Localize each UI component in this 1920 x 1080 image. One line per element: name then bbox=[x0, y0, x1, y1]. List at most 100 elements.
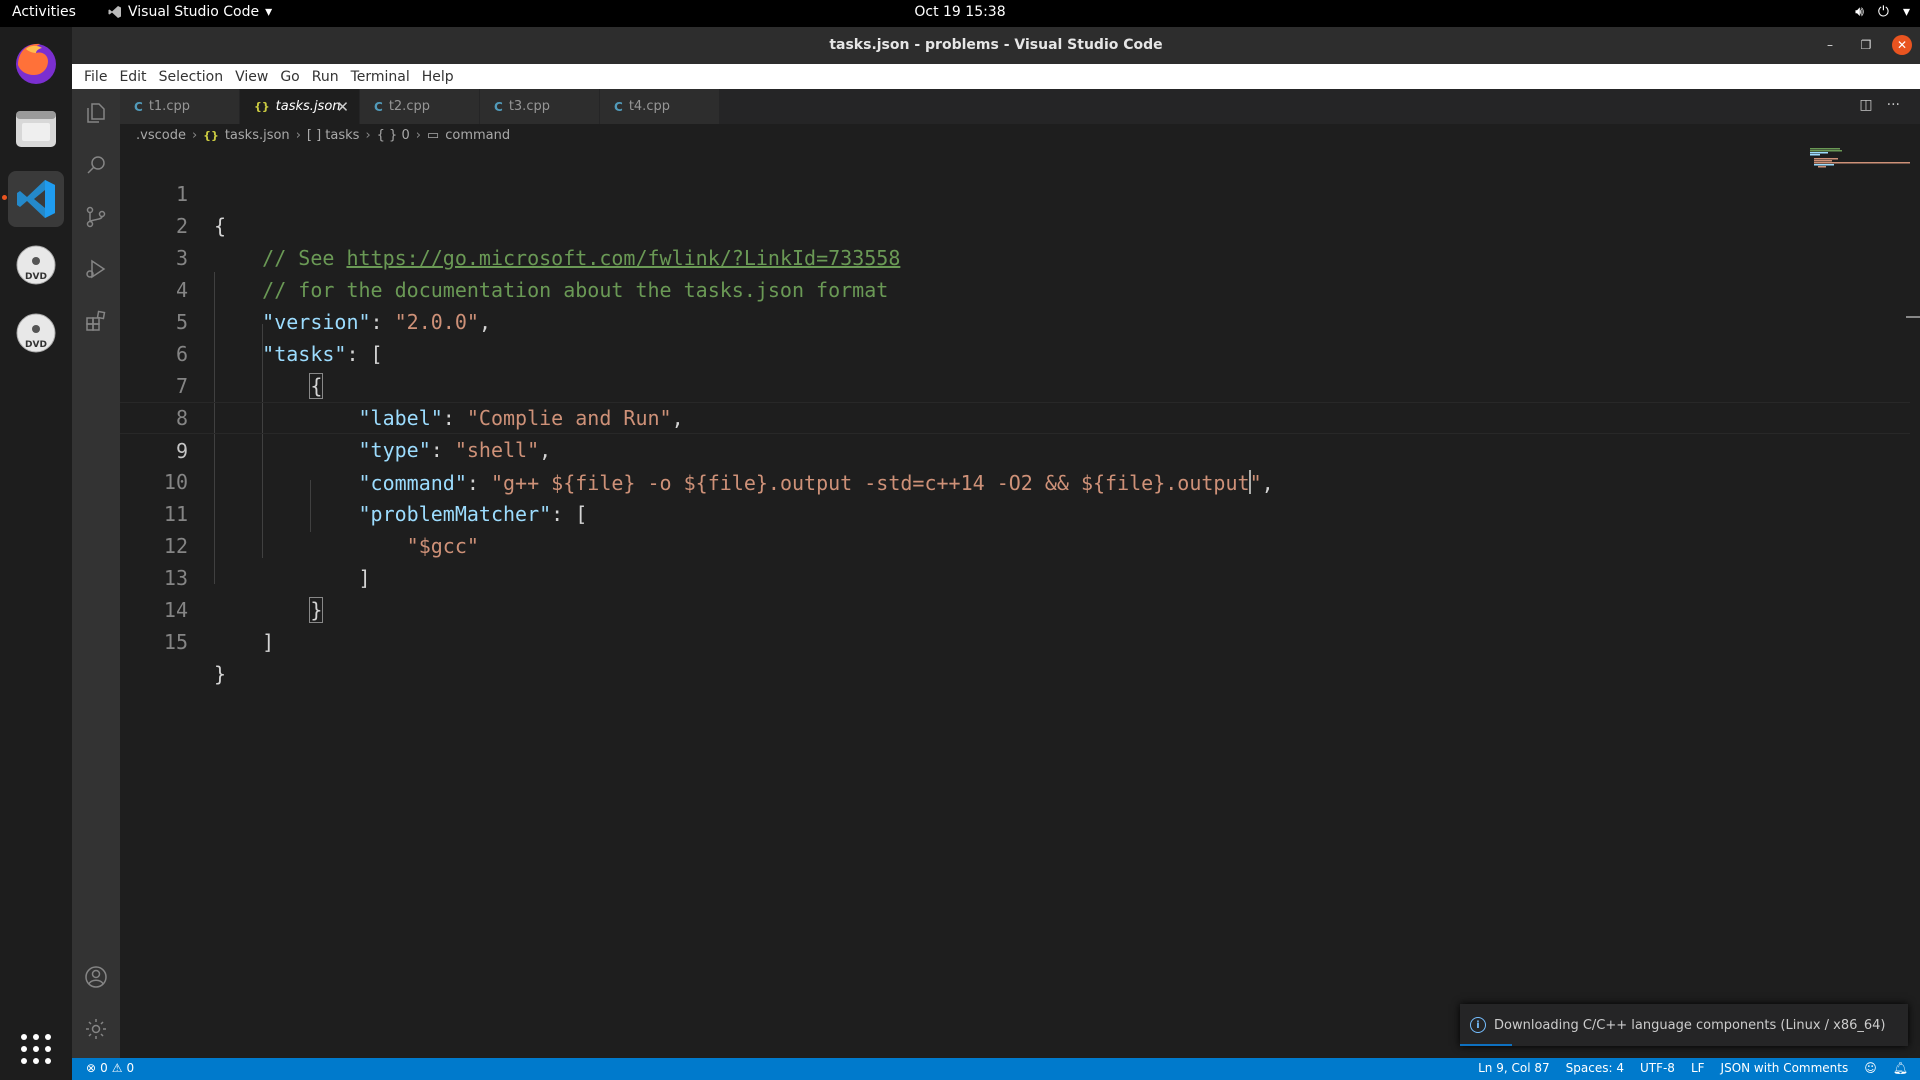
line-ending[interactable]: LF bbox=[1691, 1061, 1705, 1075]
dvd-drive-2[interactable]: DVD bbox=[8, 305, 64, 361]
breadcrumb-index[interactable]: { } 0 bbox=[377, 128, 410, 143]
cpp-file-icon: C bbox=[134, 99, 143, 114]
files-icon bbox=[16, 111, 56, 147]
minimize-button[interactable]: – bbox=[1820, 35, 1840, 55]
code-line: 7 "label": "Complie and Run", bbox=[120, 338, 1910, 430]
chevron-right-icon: › bbox=[365, 127, 371, 143]
editor-tabs: C t1.cpp {} tasks.json ✕ C t2.cpp C t3.c… bbox=[120, 89, 1920, 124]
show-applications-button[interactable] bbox=[8, 1021, 64, 1077]
breadcrumb-tasks[interactable]: [ ] tasks bbox=[307, 128, 360, 143]
tab-label: t2.cpp bbox=[388, 99, 430, 114]
restore-button[interactable]: ❐ bbox=[1856, 35, 1876, 55]
tab-tasks-json[interactable]: {} tasks.json ✕ bbox=[240, 89, 360, 124]
language-mode[interactable]: JSON with Comments bbox=[1721, 1061, 1849, 1075]
info-icon: i bbox=[1470, 1017, 1486, 1033]
firefox-launcher[interactable] bbox=[8, 35, 64, 91]
code-text: ] bbox=[214, 630, 275, 654]
code-line: 10 "problemMatcher": [ bbox=[120, 434, 1910, 526]
extensions-icon[interactable] bbox=[84, 309, 108, 333]
svg-text:DVD: DVD bbox=[25, 272, 47, 282]
code-line: 14 ] bbox=[120, 562, 1910, 654]
dvd-icon: DVD bbox=[16, 245, 56, 285]
json-file-icon: {} bbox=[203, 128, 219, 142]
svg-text:DVD: DVD bbox=[25, 340, 47, 350]
indentation[interactable]: Spaces: 4 bbox=[1566, 1061, 1624, 1075]
breadcrumb-command[interactable]: command bbox=[445, 128, 510, 143]
activity-bar bbox=[72, 89, 120, 1058]
status-bar: ⊗ 0 ⚠ 0 Ln 9, Col 87 Spaces: 4 UTF-8 LF … bbox=[72, 1058, 1920, 1080]
line-number: 15 bbox=[163, 630, 188, 654]
source-control-icon[interactable] bbox=[84, 205, 108, 229]
cpp-file-icon: C bbox=[614, 99, 623, 114]
encoding[interactable]: UTF-8 bbox=[1640, 1061, 1675, 1075]
tab-t2-cpp[interactable]: C t2.cpp bbox=[360, 89, 480, 124]
more-actions-icon[interactable]: ··· bbox=[1887, 97, 1900, 113]
close-window-button[interactable]: ✕ bbox=[1892, 35, 1912, 55]
menu-help[interactable]: Help bbox=[416, 69, 460, 85]
dvd-drive-1[interactable]: DVD bbox=[8, 237, 64, 293]
menu-edit[interactable]: Edit bbox=[113, 69, 152, 85]
run-debug-icon[interactable] bbox=[84, 257, 108, 281]
tab-label: t4.cpp bbox=[628, 99, 670, 114]
window-title-bar[interactable]: tasks.json - problems - Visual Studio Co… bbox=[72, 27, 1920, 64]
warning-icon: ⚠ bbox=[111, 1061, 123, 1075]
chevron-right-icon: › bbox=[295, 127, 301, 143]
vscode-small-icon bbox=[108, 6, 121, 18]
menu-file[interactable]: File bbox=[78, 69, 113, 85]
volume-icon: 🔊︎ bbox=[1855, 4, 1864, 20]
files-launcher[interactable] bbox=[8, 101, 64, 157]
feedback-icon[interactable]: ☺ bbox=[1864, 1061, 1877, 1075]
close-tab-icon[interactable]: ✕ bbox=[336, 98, 349, 116]
menu-go[interactable]: Go bbox=[274, 69, 305, 85]
minimap[interactable] bbox=[1800, 146, 1910, 176]
system-menu[interactable]: 🔊︎ ⏻ ▾ bbox=[1855, 4, 1910, 20]
notification-progress-bar bbox=[1460, 1044, 1512, 1046]
menu-selection[interactable]: Selection bbox=[153, 69, 230, 85]
close-icon: ✕ bbox=[1896, 38, 1908, 52]
activities-button[interactable]: Activities bbox=[12, 4, 76, 20]
menu-terminal[interactable]: Terminal bbox=[345, 69, 416, 85]
code-editor[interactable]: 1 { 2 // See https://go.microsoft.com/fw… bbox=[120, 146, 1920, 1058]
error-icon: ⊗ bbox=[86, 1061, 97, 1075]
chevron-right-icon: › bbox=[415, 127, 421, 143]
tab-t1-cpp[interactable]: C t1.cpp bbox=[120, 89, 240, 124]
app-grid-icon bbox=[21, 1034, 51, 1064]
tab-t3-cpp[interactable]: C t3.cpp bbox=[480, 89, 600, 124]
split-editor-icon[interactable]: ◫ bbox=[1859, 97, 1872, 113]
window-title: tasks.json - problems - Visual Studio Co… bbox=[829, 37, 1163, 53]
settings-gear-icon[interactable] bbox=[84, 1017, 108, 1041]
gnome-top-bar: Activities Visual Studio Code ▾ Oct 19 1… bbox=[0, 0, 1920, 27]
code-line: 2 // See https://go.microsoft.com/fwlink… bbox=[120, 178, 1910, 270]
vscode-launcher[interactable] bbox=[2, 171, 64, 227]
code-line-current: 9 "command": "g++ ${file} -o ${file}.out… bbox=[120, 402, 1910, 495]
cpp-file-icon: C bbox=[494, 99, 503, 114]
notification-toast[interactable]: i Downloading C/C++ language components … bbox=[1460, 1004, 1908, 1046]
explorer-icon[interactable] bbox=[84, 101, 108, 125]
search-icon[interactable] bbox=[84, 153, 108, 177]
firefox-icon bbox=[16, 43, 56, 84]
app-menu[interactable]: Visual Studio Code ▾ bbox=[108, 4, 272, 20]
bell-icon[interactable]: 🔔︎ bbox=[1893, 1061, 1908, 1075]
code-line: 11 "$gcc" bbox=[120, 466, 1910, 558]
menu-run[interactable]: Run bbox=[306, 69, 345, 85]
json-file-icon: {} bbox=[254, 100, 270, 113]
power-icon: ⏻ bbox=[1877, 4, 1889, 20]
code-line: 5 "tasks": [ bbox=[120, 274, 1910, 366]
chevron-down-icon: ▾ bbox=[265, 4, 273, 20]
code-line: 4 "version": "2.0.0", bbox=[120, 242, 1910, 334]
menu-view[interactable]: View bbox=[229, 69, 274, 85]
error-count: 0 bbox=[100, 1061, 108, 1075]
code-line: 13 } bbox=[120, 530, 1910, 623]
scrollbar-cursor-marker bbox=[1906, 316, 1920, 318]
problems-indicator[interactable]: ⊗ 0 ⚠ 0 bbox=[86, 1061, 134, 1075]
tab-t4-cpp[interactable]: C t4.cpp bbox=[600, 89, 720, 124]
clock[interactable]: Oct 19 15:38 bbox=[914, 4, 1005, 20]
warning-count: 0 bbox=[126, 1061, 135, 1075]
chevron-right-icon: › bbox=[191, 127, 198, 143]
breadcrumb-file[interactable]: tasks.json bbox=[225, 128, 290, 143]
accounts-icon[interactable] bbox=[84, 965, 108, 989]
cursor-position[interactable]: Ln 9, Col 87 bbox=[1478, 1061, 1550, 1075]
app-name: Visual Studio Code bbox=[128, 4, 260, 20]
breadcrumb-folder[interactable]: .vscode bbox=[136, 128, 186, 143]
notification-text: Downloading C/C++ language components (L… bbox=[1494, 1017, 1886, 1033]
